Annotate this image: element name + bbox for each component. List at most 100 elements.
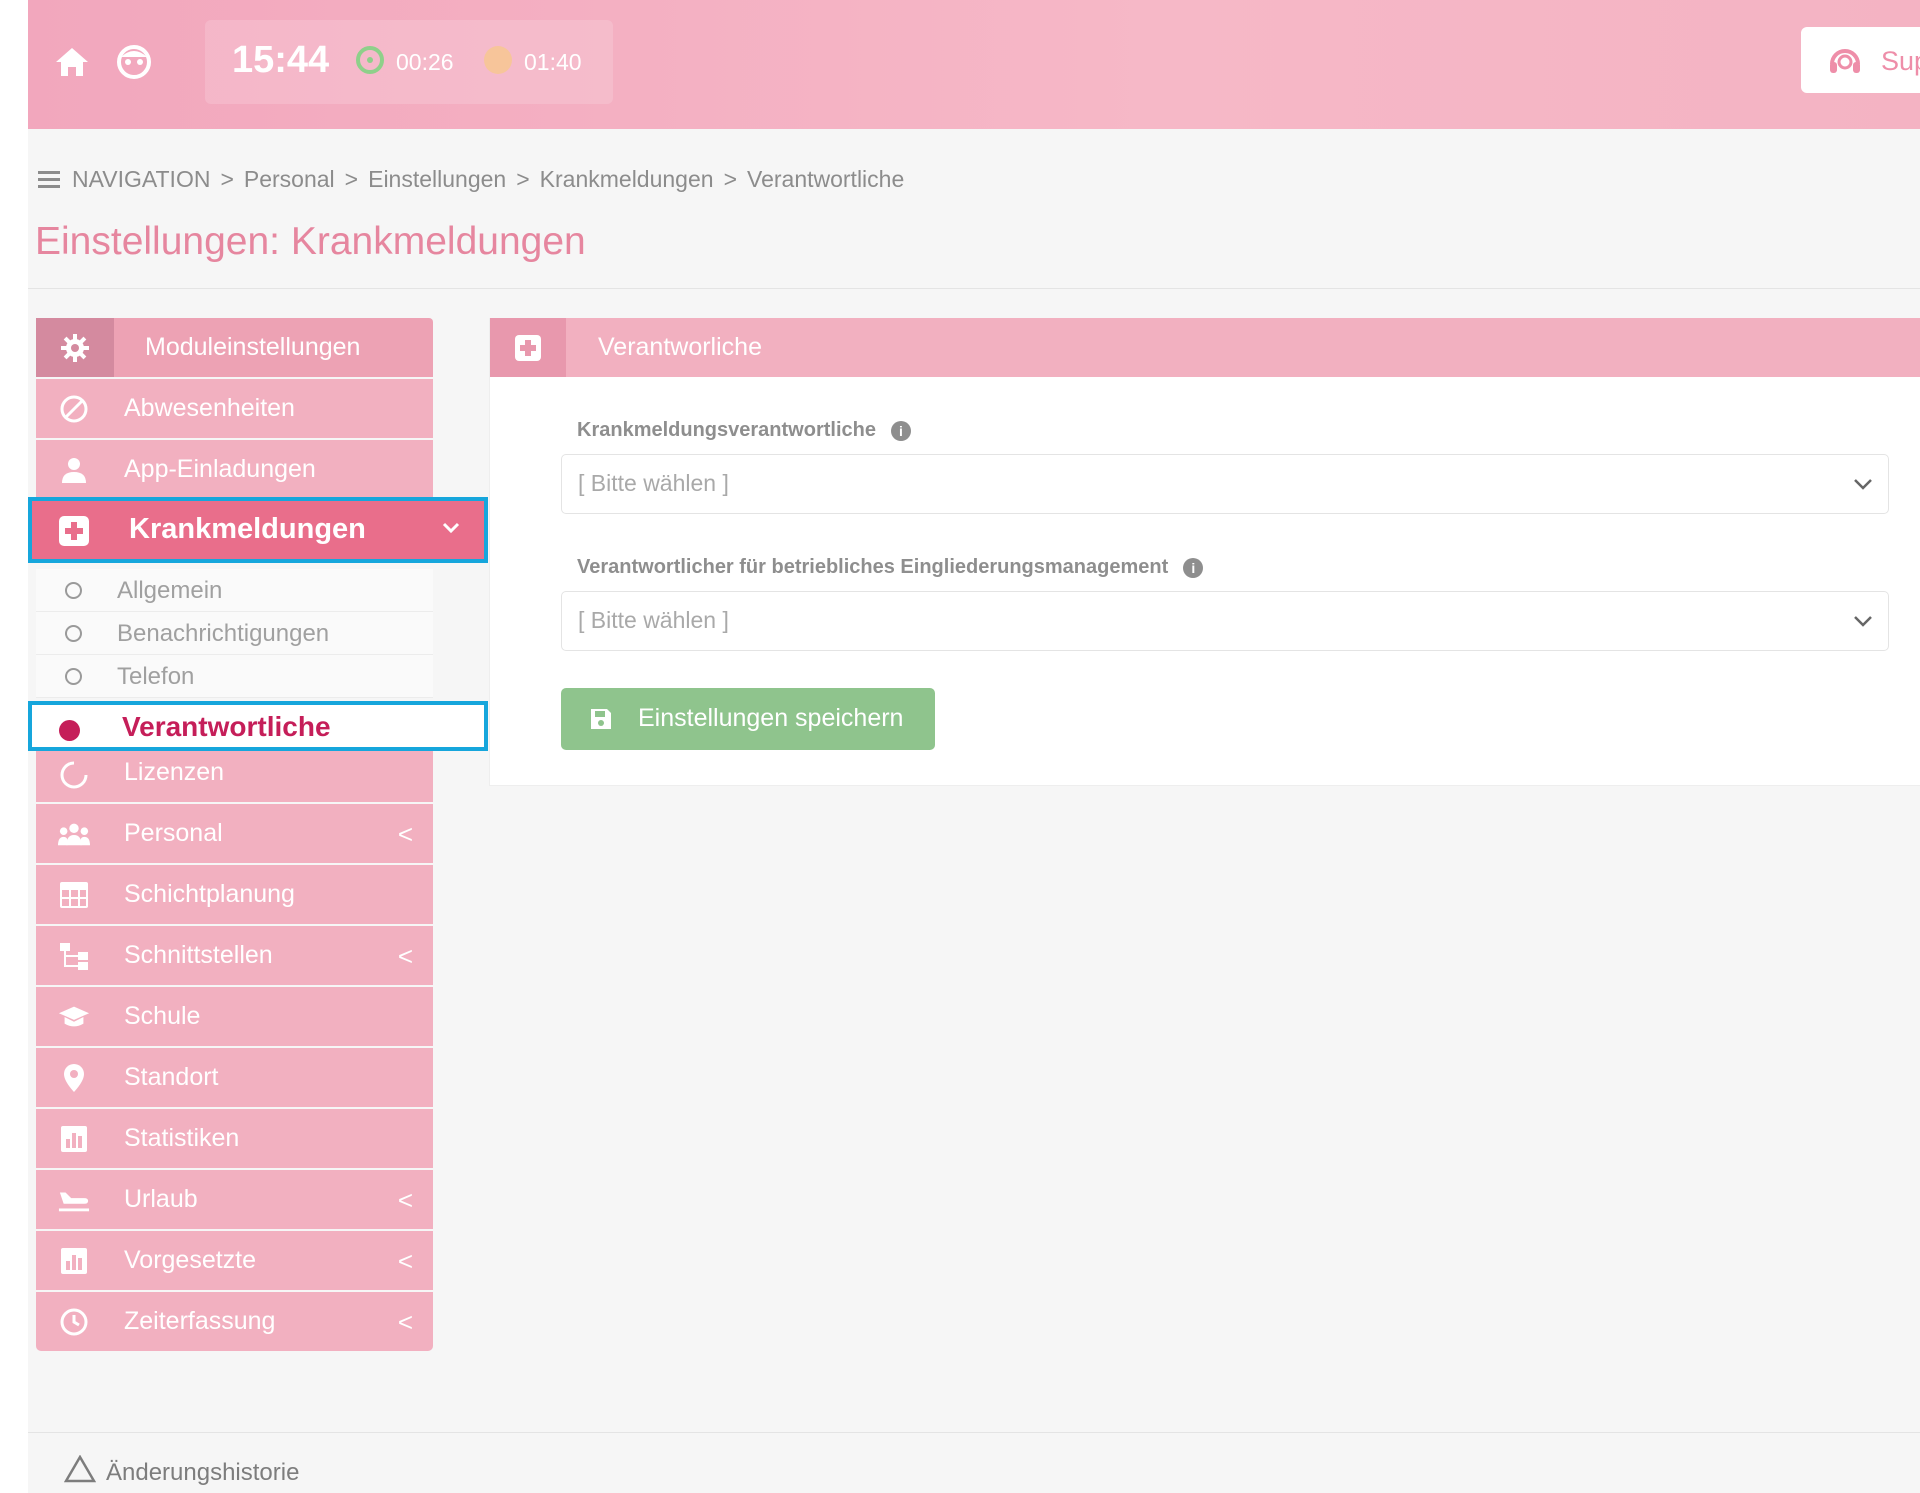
breadcrumb: NAVIGATION > Personal > Einstellungen > …: [38, 166, 904, 193]
submenu-item-benachrichtigungen[interactable]: Benachrichtigungen: [36, 612, 433, 655]
headset-icon: [1827, 44, 1863, 83]
chevron-left-icon: <: [397, 1185, 413, 1215]
submenu-item-allgemein[interactable]: Allgemein: [36, 569, 433, 612]
running-timer-icon: [356, 46, 384, 74]
sidebar-item-label: Abwesenheiten: [124, 394, 295, 422]
settings-panel: Verantworliche Krankmeldungsverantwortli…: [489, 318, 1920, 786]
floppy-disk-icon: [589, 707, 613, 736]
sidebar-item-app-einladungen[interactable]: App-Einladungen: [36, 440, 433, 499]
running-timer: 00:26: [396, 49, 454, 75]
breadcrumb-separator: >: [220, 166, 234, 192]
sidebar-item-lizenzen[interactable]: Lizenzen: [36, 751, 433, 802]
breadcrumb-item[interactable]: Krankmeldungen: [540, 166, 714, 193]
breadcrumb-separator: >: [344, 166, 359, 192]
user-face-icon[interactable]: [112, 40, 156, 84]
circle-icon: [65, 582, 82, 599]
top-bar: 15:44 00:26 01:40 Support: [28, 0, 1920, 129]
breadcrumb-item[interactable]: Personal: [244, 166, 335, 193]
sidebar-item-label: Krankmeldungen: [129, 513, 366, 545]
chevron-down-icon: [1852, 473, 1874, 500]
submenu-item-telefon[interactable]: Telefon: [36, 655, 433, 698]
select-value: [ Bitte wählen ]: [578, 470, 729, 496]
sidebar-lower-items: Lizenzen Personal < Schichtplanung Schni…: [36, 751, 433, 1351]
info-icon[interactable]: i: [1183, 557, 1204, 578]
sidebar-item-vorgesetzte[interactable]: Vorgesetzte <: [36, 1231, 433, 1290]
submenu-item-label: Allgemein: [117, 577, 223, 604]
sidebar-item-schule[interactable]: Schule: [36, 987, 433, 1046]
sidebar-item-schnittstellen[interactable]: Schnittstellen <: [36, 926, 433, 985]
page-title: Einstellungen: Krankmeldungen: [35, 220, 586, 263]
select-value: [ Bitte wählen ]: [578, 607, 729, 633]
support-label: Support: [1881, 46, 1920, 76]
change-history-link[interactable]: Änderungshistorie: [63, 1454, 300, 1490]
field-label-text: Krankmeldungsverantwortliche: [577, 419, 876, 441]
chevron-left-icon: <: [397, 941, 413, 971]
sitemap-icon: [58, 940, 90, 972]
pause-timer-icon: [484, 46, 512, 74]
sidebar-item-standort[interactable]: Standort: [36, 1048, 433, 1107]
sidebar-item-label: Personal: [124, 819, 223, 847]
home-icon[interactable]: [50, 40, 94, 84]
user-icon: [58, 454, 90, 486]
sidebar-item-label: Statistiken: [124, 1124, 240, 1152]
filled-circle-icon: [59, 720, 80, 741]
clock-icon: [58, 1306, 90, 1338]
table-icon: [58, 879, 90, 911]
circle-icon: [65, 668, 82, 685]
support-button[interactable]: Support: [1801, 27, 1920, 93]
plane-icon: [58, 1184, 90, 1216]
circle-notch-icon: [58, 759, 90, 791]
sidebar-item-schichtplanung[interactable]: Schichtplanung: [36, 865, 433, 924]
ban-icon: [58, 393, 90, 425]
sidebar-item-label: Zeiterfassung: [124, 1307, 276, 1335]
sidebar-item-label: App-Einladungen: [124, 455, 316, 483]
divider: [28, 1432, 1920, 1433]
medical-plus-icon: [58, 515, 90, 547]
sidebar-header: Moduleinstellungen: [36, 318, 433, 377]
field-label-eingliederungsmanagement: Verantwortlicher für betriebliches Eingl…: [577, 556, 1204, 579]
users-icon: [58, 818, 90, 850]
sidebar-item-krankmeldungen[interactable]: Krankmeldungen: [28, 497, 488, 563]
chevron-down-icon: [1852, 610, 1874, 637]
sidebar-item-label: Urlaub: [124, 1185, 198, 1213]
panel-header: Verantworliche: [490, 318, 1920, 377]
breadcrumb-item[interactable]: NAVIGATION: [72, 166, 210, 193]
divider: [28, 288, 1920, 289]
sidebar-item-personal[interactable]: Personal <: [36, 804, 433, 863]
krankmeldungsverantwortliche-select[interactable]: [ Bitte wählen ]: [561, 454, 1889, 514]
sidebar-item-zeiterfassung[interactable]: Zeiterfassung <: [36, 1292, 433, 1351]
sidebar-item-label: Schichtplanung: [124, 880, 295, 908]
sidebar-header-label: Moduleinstellungen: [145, 333, 361, 361]
breadcrumb-item[interactable]: Einstellungen: [368, 166, 506, 193]
submenu-item-label: Telefon: [117, 663, 195, 690]
chart-icon: [58, 1123, 90, 1155]
chevron-left-icon: <: [397, 1307, 413, 1337]
sidebar-item-abwesenheiten[interactable]: Abwesenheiten: [36, 379, 433, 438]
sidebar-item-label: Standort: [124, 1063, 219, 1091]
field-label-krankmeldungsverantwortliche: Krankmeldungsverantwortliche i: [577, 419, 911, 442]
info-icon[interactable]: i: [890, 420, 911, 441]
submenu-item-label: Verantwortliche: [122, 711, 331, 742]
breadcrumb-current: Verantwortliche: [747, 166, 905, 192]
map-marker-icon: [58, 1062, 90, 1094]
save-button-label: Einstellungen speichern: [638, 704, 904, 732]
settings-sidebar: Moduleinstellungen Abwesenheiten App-Ein…: [28, 318, 488, 1351]
field-label-text: Verantwortlicher für betriebliches Eingl…: [577, 556, 1169, 578]
menu-icon[interactable]: [38, 170, 60, 189]
submenu-item-label: Benachrichtigungen: [117, 620, 330, 647]
clock-display: 15:44: [232, 39, 330, 81]
sidebar-item-label: Lizenzen: [124, 758, 225, 786]
change-history-label: Änderungshistorie: [106, 1458, 300, 1486]
sidebar-item-statistiken[interactable]: Statistiken: [36, 1109, 433, 1168]
submenu-item-verantwortliche[interactable]: Verantwortliche: [28, 701, 488, 751]
app-page: 15:44 00:26 01:40 Support NAVIGATION > P…: [28, 0, 1920, 1493]
gear-icon: [36, 318, 114, 377]
time-tracker: 15:44 00:26 01:40: [205, 20, 613, 104]
chevron-left-icon: <: [397, 1246, 413, 1276]
breadcrumb-separator: >: [723, 166, 737, 192]
sidebar-item-urlaub[interactable]: Urlaub <: [36, 1170, 433, 1229]
sidebar-item-label: Schnittstellen: [124, 941, 273, 969]
sidebar-item-label: Schule: [124, 1002, 201, 1030]
save-settings-button[interactable]: Einstellungen speichern: [561, 688, 935, 750]
eingliederungsmanagement-select[interactable]: [ Bitte wählen ]: [561, 591, 1889, 651]
